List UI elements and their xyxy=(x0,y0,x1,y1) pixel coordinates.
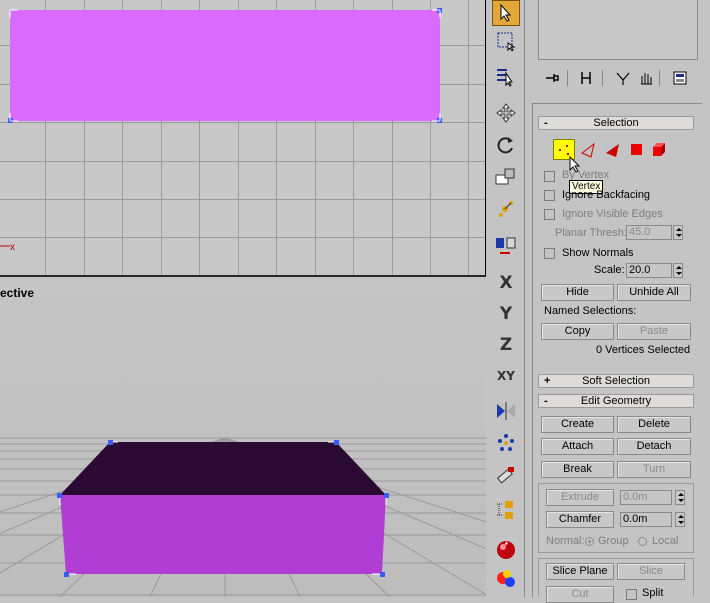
break-button[interactable]: Break xyxy=(541,461,614,478)
extrude-button[interactable]: Extrude xyxy=(546,489,614,506)
chamfer-amount-field[interactable]: 0.0m xyxy=(620,512,672,527)
normals-scale-spinner[interactable] xyxy=(673,263,683,278)
align-icon[interactable] xyxy=(492,462,520,488)
command-panel: - Selection By Vertex Vertex Ignore Back… xyxy=(526,0,710,603)
viewport-label-perspective[interactable]: ective xyxy=(0,286,34,300)
attach-button[interactable]: Attach xyxy=(541,438,614,455)
planar-thresh-spinner[interactable] xyxy=(673,225,683,240)
rotate-icon[interactable] xyxy=(492,132,520,158)
named-selections-label: Named Selections: xyxy=(544,305,637,317)
turn-button[interactable]: Turn xyxy=(617,461,691,478)
split-label: Split xyxy=(642,587,664,599)
selection-rollout-header[interactable]: - Selection xyxy=(538,116,694,130)
group-label: Group xyxy=(598,535,629,547)
normal-label: Normal: xyxy=(546,535,585,547)
y-axis-constraint-icon[interactable]: Y xyxy=(492,301,520,327)
top-viewport-canvas: x xyxy=(0,0,485,275)
polygon-subobject-icon[interactable] xyxy=(628,141,646,159)
show-normals-label: Show Normals xyxy=(562,247,634,259)
extrude-amount-spinner[interactable] xyxy=(675,490,685,505)
normals-scale-field[interactable]: 20.0 xyxy=(626,263,672,278)
face-subobject-icon[interactable] xyxy=(604,141,622,159)
hide-button[interactable]: Hide xyxy=(541,284,614,301)
delete-button[interactable]: Delete xyxy=(617,416,691,433)
chamfer-amount-spinner[interactable] xyxy=(675,512,685,527)
element-subobject-icon[interactable] xyxy=(651,141,669,159)
render-icon[interactable] xyxy=(492,566,520,592)
split-checkbox[interactable] xyxy=(626,589,637,600)
link-icon[interactable] xyxy=(492,232,520,258)
unhide-all-button[interactable]: Unhide All xyxy=(617,284,691,301)
top-viewport[interactable]: x xyxy=(0,0,486,277)
by-vertex-checkbox[interactable] xyxy=(544,171,555,182)
scale-icon[interactable] xyxy=(492,164,520,190)
extrude-amount-field[interactable]: 0.0m xyxy=(620,490,672,505)
move-icon[interactable] xyxy=(492,100,520,126)
perspective-viewport[interactable]: ective xyxy=(0,281,486,597)
create-button[interactable]: Create xyxy=(541,416,614,433)
edit-geometry-rollout-title: Edit Geometry xyxy=(580,395,652,407)
remove-modifier-icon[interactable] xyxy=(638,70,654,86)
z-axis-constraint-icon[interactable]: Z xyxy=(492,332,520,358)
pivot-icon[interactable] xyxy=(492,196,520,222)
local-label: Local xyxy=(652,535,679,547)
ignore-visible-edges-checkbox[interactable] xyxy=(544,209,555,220)
axis-tripod-icon: x xyxy=(0,242,15,253)
paste-button[interactable]: Paste xyxy=(617,323,691,340)
planar-thresh-label: Planar Thresh: xyxy=(555,227,627,239)
mirror-icon[interactable] xyxy=(492,398,520,424)
x-axis-constraint-icon[interactable]: X xyxy=(492,270,520,296)
select-arrow-icon[interactable] xyxy=(492,0,520,26)
selection-rollout-title: Selection xyxy=(593,117,639,129)
layers-icon[interactable] xyxy=(492,497,520,523)
box-object-top[interactable] xyxy=(10,10,440,121)
selection-status-text: 0 Vertices Selected xyxy=(596,344,691,356)
edit-geometry-rollout-header[interactable]: - Edit Geometry xyxy=(538,394,694,408)
slice-button[interactable]: Slice xyxy=(617,563,685,580)
ignore-visible-edges-label: Ignore Visible Edges xyxy=(562,208,663,220)
main-toolbar: X Y Z XY xyxy=(487,0,525,597)
scale-label: Scale: xyxy=(594,264,625,276)
ignore-backfacing-label: Ignore Backfacing xyxy=(562,189,651,201)
planar-thresh-field[interactable]: 45.0 xyxy=(626,225,672,240)
collapse-sign: - xyxy=(544,117,548,129)
slice-plane-button[interactable]: Slice Plane xyxy=(546,563,614,580)
configure-modifier-sets-icon[interactable] xyxy=(672,70,690,86)
select-by-name-icon[interactable] xyxy=(492,64,520,90)
ignore-backfacing-checkbox[interactable] xyxy=(544,190,555,201)
perspective-viewport-canvas xyxy=(0,437,486,597)
material-editor-icon[interactable] xyxy=(492,537,520,563)
soft-selection-rollout-header[interactable]: + Soft Selection xyxy=(538,374,694,388)
show-normals-checkbox[interactable] xyxy=(544,248,555,259)
detach-button[interactable]: Detach xyxy=(617,438,691,455)
copy-button[interactable]: Copy xyxy=(541,323,614,340)
svg-text:x: x xyxy=(10,242,15,253)
xy-plane-constraint-icon[interactable]: XY xyxy=(492,363,520,389)
make-unique-icon[interactable] xyxy=(615,70,631,86)
soft-selection-rollout-title: Soft Selection xyxy=(582,375,650,387)
chamfer-button[interactable]: Chamfer xyxy=(546,511,614,528)
array-icon[interactable] xyxy=(492,430,520,456)
local-radio[interactable] xyxy=(638,537,647,546)
box-object-perspective[interactable] xyxy=(60,442,386,574)
cut-button[interactable]: Cut xyxy=(546,586,614,603)
pin-stack-icon[interactable] xyxy=(544,70,560,86)
region-select-icon[interactable] xyxy=(492,28,520,54)
modifier-stack-list[interactable] xyxy=(538,0,698,60)
show-end-result-icon[interactable] xyxy=(578,70,594,86)
group-radio[interactable] xyxy=(585,537,594,546)
collapse-sign: - xyxy=(544,395,548,407)
expand-sign: + xyxy=(544,375,551,387)
